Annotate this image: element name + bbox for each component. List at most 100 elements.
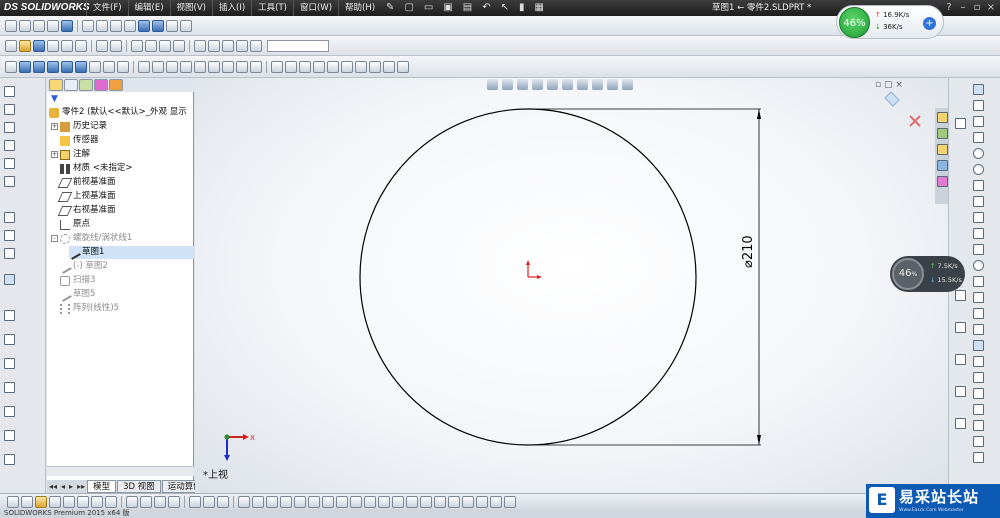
- left-tool-5[interactable]: [4, 158, 15, 169]
- tab-model[interactable]: 模型: [87, 480, 117, 493]
- tree-item-sketch1[interactable]: 草图1: [67, 245, 194, 260]
- tree-root-part[interactable]: 零件2 (默认<<默认>_外观 显示: [49, 106, 187, 119]
- shaded-button[interactable]: [138, 19, 150, 32]
- cmd-5[interactable]: [63, 495, 75, 508]
- discard-sketch-icon[interactable]: [909, 115, 921, 127]
- cmd-9[interactable]: [126, 495, 138, 508]
- offset-icon[interactable]: [973, 324, 984, 335]
- appearances-tab-icon[interactable]: [937, 176, 948, 187]
- fillet-icon[interactable]: [973, 228, 984, 239]
- tree-item-sketch5[interactable]: 草图5: [58, 287, 95, 302]
- minimize-button[interactable]: –: [956, 0, 970, 16]
- cmd-15[interactable]: [217, 495, 229, 508]
- sketch-button[interactable]: [271, 60, 283, 73]
- feature-tree-tab[interactable]: [49, 79, 63, 91]
- cameras-button[interactable]: [236, 39, 248, 52]
- left-tool-6[interactable]: [4, 176, 15, 187]
- restore-button[interactable]: ▫: [970, 0, 984, 16]
- undo-button[interactable]: [61, 39, 73, 52]
- sketch-mode-icon[interactable]: [973, 84, 984, 95]
- tab-prev-arrow[interactable]: ◂: [59, 480, 67, 493]
- 3d-sketch-button[interactable]: [285, 60, 297, 73]
- rebuild-icon[interactable]: ▮: [514, 0, 530, 16]
- file-explorer-tab-icon[interactable]: [937, 144, 948, 155]
- tree-horizontal-scrollbar[interactable]: [47, 466, 194, 476]
- tree-item-sweep3[interactable]: 扫描3: [60, 274, 95, 287]
- cmd-2[interactable]: [21, 495, 33, 508]
- relation-15[interactable]: [434, 495, 446, 508]
- dimxpert-tab[interactable]: [94, 79, 108, 91]
- relation-4[interactable]: [280, 495, 292, 508]
- left-tool-10[interactable]: [4, 274, 15, 285]
- polygon-icon[interactable]: [973, 180, 984, 191]
- fillet-button[interactable]: [103, 60, 115, 73]
- rebuild-button[interactable]: [131, 39, 143, 52]
- task-tool-4[interactable]: [955, 354, 966, 365]
- open-file-icon[interactable]: ▭: [419, 0, 438, 16]
- layer-dropdown[interactable]: [267, 39, 329, 52]
- filter-icon[interactable]: ▼: [51, 94, 58, 104]
- arc-icon[interactable]: [973, 164, 984, 175]
- sweep-button[interactable]: [47, 60, 59, 73]
- menu-edit[interactable]: 编辑(E): [127, 0, 170, 16]
- smart-dimension-icon[interactable]: [973, 100, 984, 111]
- decals-button[interactable]: [250, 39, 262, 52]
- loft-button[interactable]: [61, 60, 73, 73]
- wireframe-button[interactable]: [180, 19, 192, 32]
- left-tool-16[interactable]: [4, 430, 15, 441]
- tree-item-history[interactable]: + 历史记录: [51, 120, 107, 133]
- options-icon[interactable]: ▦: [530, 0, 549, 16]
- tab-first-arrow[interactable]: ◂◂: [47, 480, 59, 493]
- display-style-button[interactable]: [61, 19, 73, 32]
- smart-dimension-button[interactable]: [5, 60, 17, 73]
- cmd-6[interactable]: [77, 495, 89, 508]
- rapid-sketch-icon[interactable]: [973, 452, 984, 463]
- chamfer-button[interactable]: [117, 60, 129, 73]
- configuration-tab[interactable]: [79, 79, 93, 91]
- spline-button[interactable]: [355, 60, 367, 73]
- curves-button[interactable]: [250, 60, 262, 73]
- spline-icon[interactable]: [973, 196, 984, 207]
- menu-insert[interactable]: 插入(I): [212, 0, 251, 16]
- circle-button[interactable]: [327, 60, 339, 73]
- cmd-3[interactable]: [35, 495, 47, 508]
- line-icon[interactable]: [973, 116, 984, 127]
- left-tool-9[interactable]: [4, 248, 15, 259]
- cmd-8[interactable]: [105, 495, 117, 508]
- left-tool-1[interactable]: [4, 86, 15, 97]
- relation-7[interactable]: [322, 495, 334, 508]
- shaded-edges-button[interactable]: [152, 19, 164, 32]
- tree-item-sensors[interactable]: 传感器: [60, 134, 99, 147]
- rectangle-button[interactable]: [313, 60, 325, 73]
- close-button[interactable]: ×: [984, 0, 998, 16]
- cmd-12[interactable]: [168, 495, 180, 508]
- menu-help[interactable]: 帮助(H): [338, 0, 381, 16]
- graphics-area[interactable]: ▫ ▢ × ⌀210 X *上视: [195, 78, 948, 493]
- cmd-7[interactable]: [91, 495, 103, 508]
- arc-button[interactable]: [341, 60, 353, 73]
- relation-20[interactable]: [504, 495, 516, 508]
- ellipse-icon[interactable]: [973, 212, 984, 223]
- design-library-tab-icon[interactable]: [937, 128, 948, 139]
- wrap-button[interactable]: [208, 60, 220, 73]
- left-tool-2[interactable]: [4, 104, 15, 115]
- extrude-button[interactable]: [19, 60, 31, 73]
- save-icon[interactable]: ▣: [438, 0, 457, 16]
- shell-button[interactable]: [194, 60, 206, 73]
- tab-next-arrow[interactable]: ▸: [67, 480, 75, 493]
- view-palette-tab-icon[interactable]: [937, 160, 948, 171]
- resources-tab-icon[interactable]: [937, 112, 948, 123]
- left-tool-7[interactable]: [4, 212, 15, 223]
- relation-9[interactable]: [350, 495, 362, 508]
- tree-item-material[interactable]: 材质 <未指定>: [60, 162, 132, 175]
- relation-12[interactable]: [392, 495, 404, 508]
- task-tool-5[interactable]: [955, 386, 966, 397]
- undo-icon[interactable]: ↶: [477, 0, 495, 16]
- left-tool-17[interactable]: [4, 454, 15, 465]
- expand-icon[interactable]: +: [51, 151, 58, 158]
- pan-button[interactable]: [47, 19, 59, 32]
- circular-pattern-icon[interactable]: [973, 372, 984, 383]
- new-file-icon[interactable]: ▢: [399, 0, 418, 16]
- extend-icon[interactable]: [973, 308, 984, 319]
- select-button[interactable]: [96, 39, 108, 52]
